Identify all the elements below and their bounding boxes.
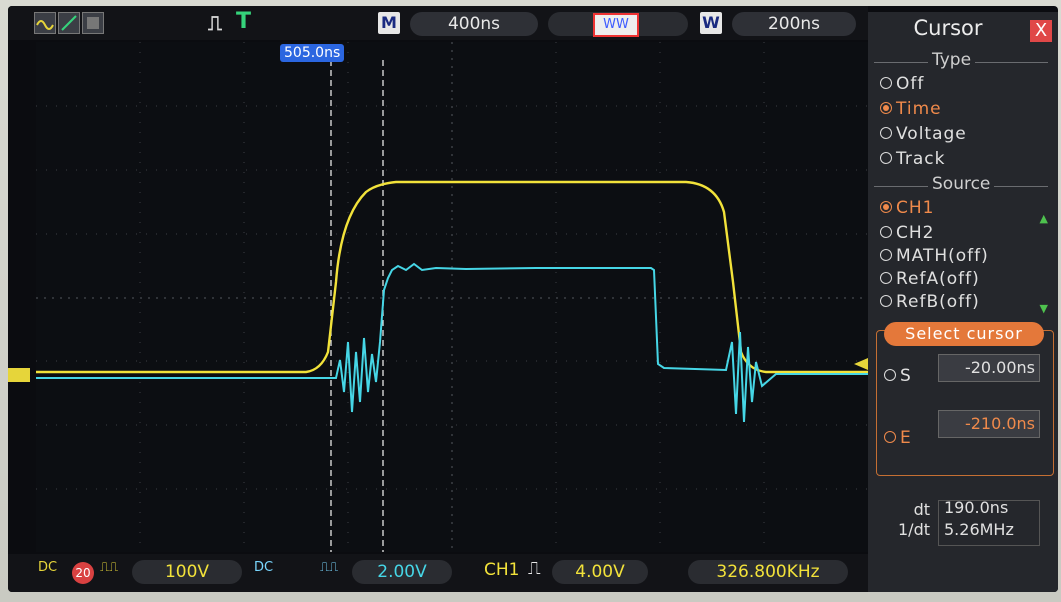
ch1-bandwidth-limit[interactable]: 20 xyxy=(72,562,94,584)
source-option-refb[interactable]: RefB(off) xyxy=(880,292,980,312)
source-label: Source xyxy=(928,174,995,194)
source-option-ch1[interactable]: CH1 xyxy=(880,198,934,218)
cursor-s-select[interactable]: S xyxy=(884,366,911,386)
ch2-trace xyxy=(36,262,868,423)
window-timebase-button[interactable]: W xyxy=(700,12,722,34)
inverse-dt-label: 1/dt xyxy=(898,520,930,539)
ch1-probe-icon: ⎍⎍ xyxy=(100,560,119,575)
inverse-dt-value: 5.26MHz xyxy=(944,520,1014,539)
waveform-mode-icon[interactable] xyxy=(34,12,56,34)
trigger-status: T xyxy=(236,9,252,34)
main-timebase-button[interactable]: M xyxy=(378,12,400,34)
type-option-off[interactable]: Off xyxy=(880,74,924,94)
scroll-down-icon[interactable]: ▼ xyxy=(1040,302,1048,315)
type-option-track[interactable]: Track xyxy=(880,149,945,169)
waveform-display[interactable]: 505.0ns xyxy=(8,42,868,552)
window-timebase-value[interactable]: 200ns xyxy=(732,12,856,36)
dt-label: dt xyxy=(913,500,930,519)
type-option-time[interactable]: Time xyxy=(880,99,942,119)
cursor-menu-panel: Cursor X Type Off Time Voltage Track Sou… xyxy=(868,12,1058,592)
ch2-coupling[interactable]: DC xyxy=(254,560,273,575)
dt-value: 190.0ns xyxy=(944,498,1009,517)
select-cursor-group xyxy=(876,330,1054,476)
rising-edge-icon: ⎍ xyxy=(528,558,541,579)
oscilloscope-screen: ⎍ T M 400ns WW W 200ns 505.0ns DC 20 ⎍⎍ … xyxy=(8,6,1058,592)
ch1-coupling[interactable]: DC xyxy=(38,560,57,575)
persist-mode-icon[interactable] xyxy=(82,12,104,34)
source-option-math[interactable]: MATH(off) xyxy=(880,246,989,266)
select-cursor-header[interactable]: Select cursor xyxy=(884,322,1044,346)
type-option-voltage[interactable]: Voltage xyxy=(880,124,967,144)
source-option-refa[interactable]: RefA(off) xyxy=(880,269,980,289)
trigger-level[interactable]: 4.00V xyxy=(552,560,648,584)
trigger-level-marker[interactable] xyxy=(854,358,868,370)
window-waveform-icon: WW xyxy=(593,13,639,37)
panel-title: Cursor xyxy=(913,16,983,40)
trigger-pulse-icon: ⎍ xyxy=(208,11,222,35)
cursor-e-select[interactable]: E xyxy=(884,428,911,448)
ch1-ground-marker[interactable] xyxy=(8,368,30,382)
waveform-graph xyxy=(36,42,868,552)
timebase-value[interactable]: 400ns xyxy=(410,12,538,36)
cursor-s-value[interactable]: -20.00ns xyxy=(938,354,1040,382)
cursor-delta-flag: 505.0ns xyxy=(280,44,345,62)
type-label: Type xyxy=(928,50,976,70)
ch2-probe-icon: ⎍⎍ xyxy=(320,560,339,575)
top-bar: ⎍ T M 400ns WW W 200ns xyxy=(8,6,868,40)
ch2-scale[interactable]: 2.00V xyxy=(352,560,452,584)
scroll-up-icon[interactable]: ▲ xyxy=(1040,212,1048,225)
frequency-counter: 326.800KHz xyxy=(688,560,848,584)
source-option-ch2[interactable]: CH2 xyxy=(880,223,934,243)
grid xyxy=(36,42,868,552)
cursor-e-value[interactable]: -210.0ns xyxy=(938,410,1040,438)
trigger-source[interactable]: CH1 xyxy=(484,560,519,580)
line-mode-icon[interactable] xyxy=(58,12,80,34)
ch1-scale[interactable]: 100V xyxy=(132,560,242,584)
close-button[interactable]: X xyxy=(1030,20,1052,42)
